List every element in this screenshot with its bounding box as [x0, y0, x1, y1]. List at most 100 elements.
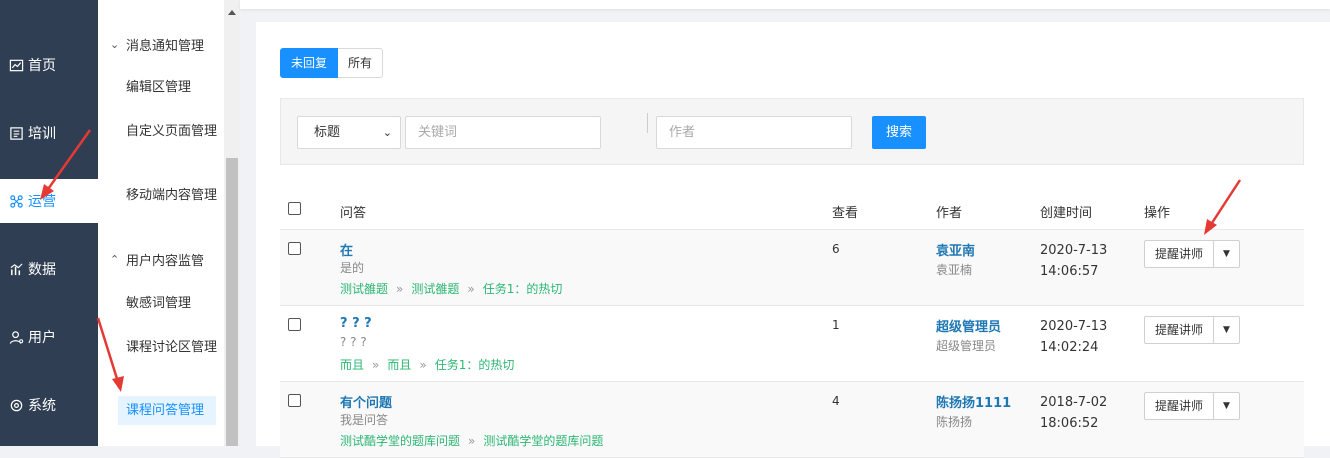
user-icon: [8, 329, 24, 345]
author-username: 陈扬扬: [936, 415, 973, 429]
table-row: ? ? ? ? ? ? 而且» 而且» 任务1：的热切 1 超级管理员 超级管理员 …: [280, 306, 1304, 382]
breadcrumb-separator-icon: »: [419, 358, 427, 372]
question-desc: ? ? ?: [340, 335, 367, 349]
table-row: 在 是的 测试雒题 » 测试雒题 » 任务1：的热切 6 袁亚南 袁亚楠 2020-7-…: [280, 230, 1304, 306]
table-row: 有个问题 我是问答 测试酷学堂的题库问题» 测试酷学堂的题库问题 4 陈扬扬111…: [280, 382, 1304, 458]
header-qa: 问答: [340, 206, 367, 221]
caret-down-icon: ▼: [1223, 401, 1230, 411]
sub-nav-item-mobile[interactable]: 移动端内容管理: [126, 185, 218, 206]
bar-chart-icon: [8, 261, 24, 277]
nav-item-label: 首页: [28, 58, 56, 74]
author-username: 袁亚楠: [936, 263, 973, 277]
sub-nav-group-label: 消息通知管理: [126, 39, 205, 54]
nav-item-operations[interactable]: 运营: [0, 179, 98, 223]
author-name[interactable]: 超级管理员: [936, 316, 1001, 335]
top-bar: [240, 0, 1330, 9]
qa-table: 问答 查看 作者 创建时间 操作 在 是的 测试雒题 » 测试雒题 » 任务1：的热切 …: [280, 188, 1304, 458]
chevron-down-icon: ⌄: [110, 38, 120, 51]
row-checkbox[interactable]: [288, 318, 301, 331]
question-desc: 我是问答: [340, 413, 389, 427]
chevron-up-icon: ⌃: [110, 253, 120, 266]
select-all-checkbox[interactable]: [288, 202, 301, 215]
scrollbar-thumb[interactable]: [226, 158, 238, 446]
question-desc: 是的: [340, 261, 365, 275]
cluster-icon: [8, 193, 24, 209]
scroll-up-icon[interactable]: [228, 10, 236, 15]
question-title[interactable]: ? ? ?: [340, 316, 372, 331]
chart-line-icon: [8, 57, 24, 73]
sub-nav-item-sensitive[interactable]: 敏感词管理: [126, 293, 218, 314]
caret-down-icon: ▼: [1223, 249, 1230, 259]
course-breadcrumb: 而且 » 而且 » 任务1：的热切: [340, 356, 514, 373]
view-count: 1: [832, 318, 840, 332]
view-count: 6: [832, 242, 840, 256]
nav-item-label: 数据: [28, 262, 56, 278]
header-views: 查看: [832, 206, 859, 221]
tab-unreplied[interactable]: 未回复: [280, 48, 339, 78]
action-group: 提醒讲师 ▼: [1144, 316, 1240, 344]
nav-item-system[interactable]: 系统: [0, 383, 98, 427]
divider: [647, 113, 648, 133]
field-select-value: 标题: [314, 125, 341, 140]
sub-nav: ⌄ 消息通知管理 编辑区管理 自定义页面管理 移动端内容管理 ⌃ 用户内容监管 …: [98, 0, 224, 446]
row-checkbox[interactable]: [288, 394, 301, 407]
course-breadcrumb: 测试雒题 » 测试雒题 » 任务1：的热切: [340, 280, 562, 297]
breadcrumb-separator-icon: »: [467, 282, 475, 296]
nav-item-training[interactable]: 培训: [0, 111, 98, 155]
dropdown-toggle[interactable]: ▼: [1214, 240, 1240, 268]
course-breadcrumb: 测试酷学堂的题库问题» 测试酷学堂的题库问题: [340, 432, 603, 449]
table-header: 问答 查看 作者 创建时间 操作: [280, 188, 1304, 230]
header-author: 作者: [936, 206, 963, 221]
author-name[interactable]: 袁亚南: [936, 240, 975, 259]
sub-nav-item-discussion[interactable]: 课程讨论区管理: [126, 337, 218, 358]
search-button[interactable]: 搜索: [872, 116, 926, 149]
sub-nav-group-messages[interactable]: ⌄ 消息通知管理: [110, 35, 204, 54]
created-date: 2020-7-13 14:06:57: [1040, 243, 1108, 279]
filter-bar: 标题 ⌄ 关键词 作者 搜索: [280, 98, 1304, 165]
breadcrumb-link[interactable]: 任务1：的热切: [435, 358, 515, 372]
nav-item-label: 系统: [28, 398, 56, 414]
sub-nav-group-content[interactable]: ⌃ 用户内容监管: [110, 250, 204, 269]
content-card: 未回复 所有 标题 ⌄ 关键词 作者 搜索 问答 查看 作者 创建时间 操作 在…: [256, 22, 1330, 458]
row-checkbox[interactable]: [288, 242, 301, 255]
book-icon: [8, 125, 24, 141]
created-date: 2018-7-02 18:06:52: [1040, 395, 1108, 431]
breadcrumb-link[interactable]: 测试雒题: [340, 282, 388, 296]
keyword-input[interactable]: 关键词: [405, 116, 601, 149]
header-actions: 操作: [1144, 206, 1171, 221]
chevron-down-icon: ⌄: [382, 126, 392, 139]
breadcrumb-link[interactable]: 测试雒题: [411, 282, 459, 296]
action-group: 提醒讲师 ▼: [1144, 240, 1240, 268]
nav-item-data[interactable]: 数据: [0, 247, 98, 291]
nav-item-users[interactable]: 用户: [0, 315, 98, 359]
author-name[interactable]: 陈扬扬1111: [936, 392, 1011, 411]
sub-nav-item-editor[interactable]: 编辑区管理: [126, 77, 218, 98]
dropdown-toggle[interactable]: ▼: [1214, 392, 1240, 420]
tab-all[interactable]: 所有: [338, 48, 384, 78]
reply-tabs: 未回复 所有: [280, 48, 384, 78]
nav-item-label: 培训: [28, 126, 56, 142]
question-title[interactable]: 有个问题: [340, 392, 392, 411]
remind-teacher-button[interactable]: 提醒讲师: [1144, 392, 1214, 420]
breadcrumb-link[interactable]: 而且: [340, 358, 364, 372]
nav-item-label: 用户: [28, 330, 56, 346]
author-username: 超级管理员: [936, 339, 997, 353]
sub-nav-group-label: 用户内容监管: [126, 254, 205, 269]
nav-item-home[interactable]: 首页: [0, 43, 98, 87]
created-date: 2020-7-13 14:02:24: [1040, 319, 1108, 355]
sidebar-scrollbar[interactable]: [224, 0, 240, 446]
field-select[interactable]: 标题 ⌄: [297, 116, 401, 149]
dropdown-toggle[interactable]: ▼: [1214, 316, 1240, 344]
sub-nav-item-qa[interactable]: 课程问答管理: [118, 396, 216, 425]
author-input[interactable]: 作者: [656, 116, 852, 149]
view-count: 4: [832, 394, 840, 408]
breadcrumb-separator-icon: »: [372, 358, 380, 372]
breadcrumb-link[interactable]: 任务1：的热切: [483, 282, 563, 296]
question-title[interactable]: 在: [340, 240, 353, 259]
nav-item-label: 运营: [28, 194, 56, 210]
breadcrumb-link[interactable]: 而且: [387, 358, 411, 372]
remind-teacher-button[interactable]: 提醒讲师: [1144, 240, 1214, 268]
main-nav: 首页 培训 运营 数据 用户 系统: [0, 0, 98, 446]
sub-nav-item-custom-page[interactable]: 自定义页面管理: [126, 121, 218, 142]
remind-teacher-button[interactable]: 提醒讲师: [1144, 316, 1214, 344]
